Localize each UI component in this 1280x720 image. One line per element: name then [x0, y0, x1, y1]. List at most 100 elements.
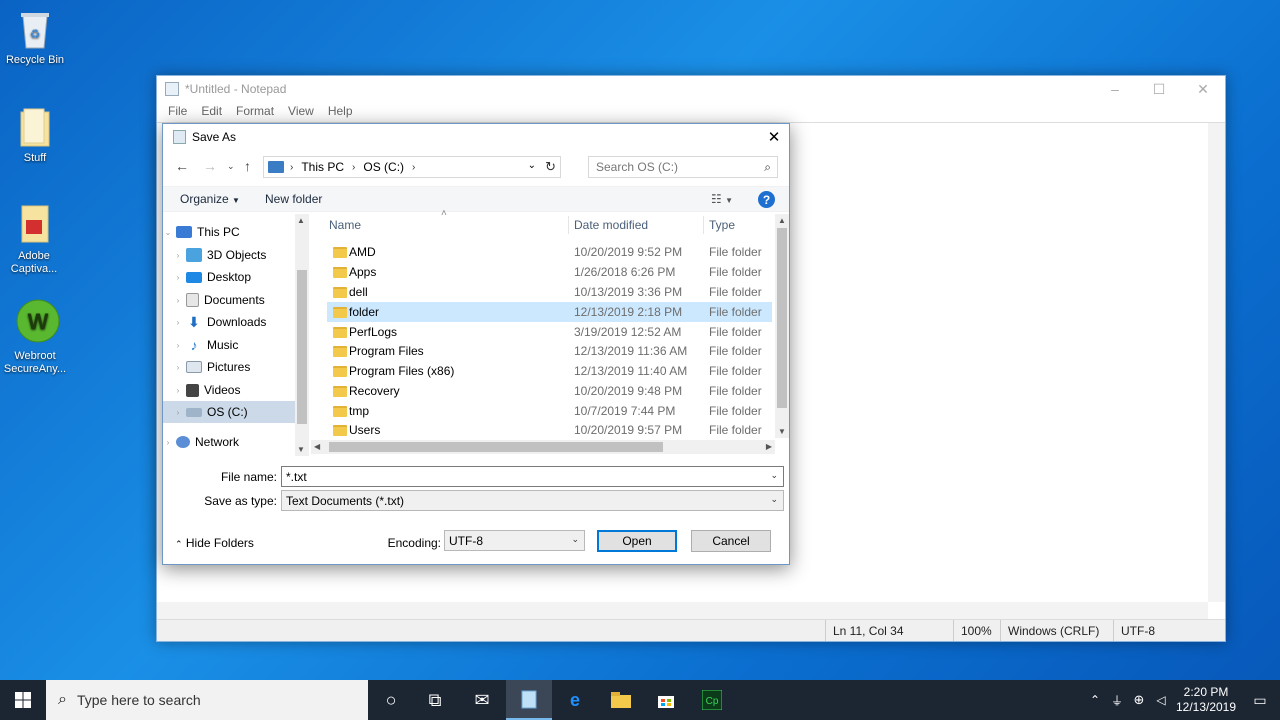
- column-type[interactable]: Type: [709, 218, 735, 232]
- task-view-icon[interactable]: ⧉: [412, 680, 458, 720]
- address-bar[interactable]: › This PC › OS (C:) › ⌄ ↻: [263, 156, 561, 178]
- expand-chevron-icon[interactable]: ›: [173, 318, 183, 327]
- file-list-horizontal-scrollbar[interactable]: ◀ ▶: [311, 440, 775, 454]
- new-folder-button[interactable]: New folder: [265, 192, 322, 206]
- expand-chevron-icon[interactable]: ›: [173, 251, 183, 260]
- chevron-down-icon[interactable]: ⌄: [528, 160, 536, 171]
- scroll-up-arrow-icon[interactable]: ▲: [297, 216, 305, 225]
- view-options-icon[interactable]: ☷ ▼: [711, 192, 733, 206]
- notifications-icon[interactable]: ▭: [1240, 692, 1280, 709]
- power-plug-icon[interactable]: ⏚: [1106, 692, 1128, 709]
- dialog-titlebar[interactable]: Save As: [163, 124, 789, 150]
- column-divider[interactable]: [568, 216, 569, 234]
- scrollbar-thumb[interactable]: [329, 442, 663, 452]
- nav-item-os-c[interactable]: › OS (C:): [163, 401, 295, 423]
- nav-item-documents[interactable]: › Documents: [163, 289, 295, 311]
- file-row[interactable]: PerfLogs 3/19/2019 12:52 AM File folder: [327, 322, 772, 342]
- file-row[interactable]: Program Files (x86) 12/13/2019 11:40 AM Fi…: [327, 361, 772, 381]
- horizontal-scrollbar[interactable]: [157, 602, 1208, 619]
- start-button[interactable]: [0, 680, 46, 720]
- nav-item-network[interactable]: › Network: [163, 431, 295, 453]
- scroll-left-arrow-icon[interactable]: ◀: [314, 442, 320, 451]
- collapse-chevron-icon[interactable]: ⌄: [163, 228, 173, 237]
- file-row[interactable]: Apps 1/26/2018 6:26 PM File folder: [327, 262, 772, 282]
- file-list-vertical-scrollbar[interactable]: ▲ ▼: [775, 214, 789, 438]
- expand-chevron-icon[interactable]: ›: [163, 438, 173, 447]
- back-arrow-icon[interactable]: ←: [175, 158, 189, 174]
- speaker-icon[interactable]: ◁: [1150, 693, 1172, 707]
- refresh-icon[interactable]: ↻: [545, 159, 556, 175]
- desktop-icon-webroot[interactable]: W Webroot SecureAny...: [0, 298, 70, 376]
- nav-item-pictures[interactable]: › Pictures: [163, 356, 295, 378]
- vertical-scrollbar[interactable]: [1208, 123, 1225, 602]
- forward-arrow-icon[interactable]: →: [203, 158, 217, 174]
- menu-format[interactable]: Format: [229, 102, 281, 122]
- encoding-select[interactable]: UTF-8 ⌄: [444, 530, 585, 551]
- notepad-taskbar-icon[interactable]: [506, 680, 552, 720]
- expand-chevron-icon[interactable]: ›: [173, 296, 183, 305]
- file-row[interactable]: Users 10/20/2019 9:57 PM File folder: [327, 420, 772, 440]
- search-input[interactable]: Search OS (C:) ⌕: [588, 156, 778, 178]
- up-arrow-icon[interactable]: ↑: [244, 158, 251, 174]
- desktop-icon-adobe-captivate[interactable]: Adobe Captiva...: [0, 204, 68, 276]
- taskbar-search-input[interactable]: ⌕ Type here to search: [46, 680, 368, 720]
- file-row[interactable]: tmp 10/7/2019 7:44 PM File folder: [327, 401, 772, 421]
- nav-item-music[interactable]: › ♪ Music: [163, 334, 295, 356]
- scrollbar-thumb[interactable]: [297, 270, 307, 424]
- desktop-icon-stuff[interactable]: Stuff: [0, 106, 70, 165]
- menu-view[interactable]: View: [281, 102, 321, 122]
- file-row[interactable]: AMD 10/20/2019 9:52 PM File folder: [327, 242, 772, 262]
- menu-edit[interactable]: Edit: [194, 102, 229, 122]
- menu-help[interactable]: Help: [321, 102, 360, 122]
- nav-scrollbar[interactable]: ▲ ▼: [295, 214, 309, 456]
- open-button[interactable]: Open: [597, 530, 677, 552]
- nav-item-3d-objects[interactable]: › 3D Objects: [163, 244, 295, 266]
- breadcrumb-os-c[interactable]: OS (C:): [363, 160, 404, 174]
- chevron-down-icon[interactable]: ⌄: [571, 534, 579, 545]
- scroll-up-arrow-icon[interactable]: ▲: [778, 216, 786, 225]
- recent-locations-chevron-icon[interactable]: ⌄: [227, 161, 235, 172]
- globe-network-icon[interactable]: ⊕: [1128, 692, 1150, 708]
- minimize-icon[interactable]: –: [1093, 76, 1137, 102]
- scroll-down-arrow-icon[interactable]: ▼: [297, 445, 305, 454]
- column-date-modified[interactable]: Date modified: [574, 218, 648, 232]
- scroll-right-arrow-icon[interactable]: ▶: [766, 442, 772, 451]
- hide-folders-button[interactable]: ⌃ Hide Folders: [175, 536, 254, 550]
- expand-chevron-icon[interactable]: ›: [173, 386, 183, 395]
- close-icon[interactable]: ✕: [759, 124, 789, 150]
- chevron-down-icon[interactable]: ⌄: [770, 470, 778, 481]
- notepad-titlebar[interactable]: *Untitled - Notepad: [157, 76, 1225, 102]
- store-bag-icon[interactable]: [643, 680, 689, 720]
- scrollbar-thumb[interactable]: [777, 228, 787, 408]
- desktop-icon-recycle-bin[interactable]: ♻ Recycle Bin: [0, 8, 70, 67]
- file-explorer-icon[interactable]: [598, 680, 644, 720]
- nav-item-desktop[interactable]: › Desktop: [163, 266, 295, 288]
- cancel-button[interactable]: Cancel: [691, 530, 771, 552]
- taskbar-clock[interactable]: 2:20 PM 12/13/2019: [1172, 685, 1240, 715]
- save-as-type-select[interactable]: Text Documents (*.txt) ⌄: [281, 490, 784, 511]
- mail-icon[interactable]: ✉: [459, 680, 505, 720]
- chevron-up-icon[interactable]: ⌃: [1084, 693, 1106, 707]
- close-icon[interactable]: ✕: [1181, 76, 1225, 102]
- nav-item-videos[interactable]: › Videos: [163, 379, 295, 401]
- file-row[interactable]: Program Files 12/13/2019 11:36 AM File fol…: [327, 341, 772, 361]
- scroll-down-arrow-icon[interactable]: ▼: [778, 427, 786, 436]
- organize-button[interactable]: Organize ▼: [180, 192, 240, 206]
- edge-browser-icon[interactable]: e: [552, 680, 598, 720]
- column-divider[interactable]: [703, 216, 704, 234]
- expand-chevron-icon[interactable]: ›: [173, 273, 183, 282]
- file-row-selected[interactable]: folder 12/13/2019 2:18 PM File folder: [327, 302, 772, 322]
- expand-chevron-icon[interactable]: ›: [173, 408, 183, 417]
- nav-item-downloads[interactable]: › ⬇ Downloads: [163, 311, 295, 333]
- captivate-icon[interactable]: Cp: [689, 680, 735, 720]
- file-name-input[interactable]: *.txt ⌄: [281, 466, 784, 487]
- menu-file[interactable]: File: [161, 102, 194, 122]
- breadcrumb-this-pc[interactable]: This PC: [301, 160, 344, 174]
- expand-chevron-icon[interactable]: ›: [173, 341, 183, 350]
- help-icon[interactable]: ?: [758, 191, 775, 208]
- file-row[interactable]: Recovery 10/20/2019 9:48 PM File folder: [327, 381, 772, 401]
- chevron-down-icon[interactable]: ⌄: [770, 494, 778, 505]
- cortana-circle-icon[interactable]: ○: [368, 680, 414, 720]
- maximize-icon[interactable]: ☐: [1137, 76, 1181, 102]
- file-row[interactable]: dell 10/13/2019 3:36 PM File folder: [327, 282, 772, 302]
